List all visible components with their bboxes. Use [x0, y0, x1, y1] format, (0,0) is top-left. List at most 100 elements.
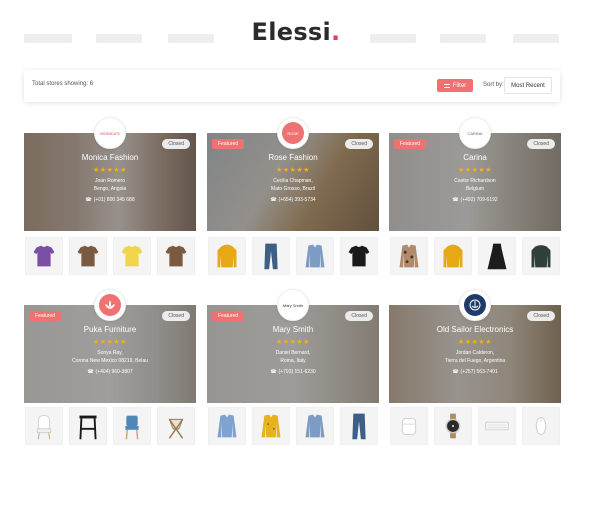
store-address: Castor Richardson Belgium: [389, 177, 561, 193]
featured-badge: Featured: [394, 139, 427, 149]
product-thumbnail-airpods[interactable]: [390, 407, 428, 445]
product-thumbnails: [25, 237, 195, 275]
rating-stars: ★★★★★: [93, 167, 127, 174]
store-phone[interactable]: ☎ (+492) 709-6192: [389, 197, 561, 203]
status-badge: Closed: [527, 139, 555, 149]
phone-icon: ☎: [270, 197, 277, 203]
store-name[interactable]: Old Sailor Electronics: [389, 325, 561, 334]
store-address-line: Joan Romero: [94, 178, 125, 184]
store-phone[interactable]: ☎ (+01) 800 345 688: [24, 197, 196, 203]
product-thumbnail-jacket-pattern[interactable]: [390, 237, 428, 275]
store-address-line: Mato Grosso, Brazil: [271, 186, 315, 192]
product-thumbnail-jeans-blue[interactable]: [252, 237, 290, 275]
rating-stars: ★★★★★: [276, 167, 310, 174]
store-logo[interactable]: ROSE: [277, 117, 309, 149]
product-thumbnail-hoodie-yellow[interactable]: [208, 237, 246, 275]
sort-by-label: Sort by:: [483, 82, 504, 88]
product-thumbnail-tshirt-brown[interactable]: [69, 237, 107, 275]
status-badge: Closed: [345, 311, 373, 321]
product-thumbnails: [390, 237, 560, 275]
store-address-line: Corona New Mexico 08219, Belau: [72, 358, 148, 364]
filter-button[interactable]: Filter: [437, 79, 473, 92]
featured-badge: Featured: [212, 311, 245, 321]
store-phone-number: (+01) 800 345 688: [93, 197, 135, 203]
store-logo[interactable]: MONICA'S: [94, 117, 126, 149]
product-thumbnail-hoodie-yellow[interactable]: [434, 237, 472, 275]
status-badge: Closed: [527, 311, 555, 321]
product-thumbnail-chair-folding[interactable]: [157, 407, 195, 445]
store-logo[interactable]: CARINA: [459, 117, 491, 149]
product-thumbnail-keyboard[interactable]: [478, 407, 516, 445]
product-thumbnail-stool-black[interactable]: [69, 407, 107, 445]
site-logo[interactable]: Elessi.: [0, 18, 592, 46]
phone-icon: ☎: [87, 369, 94, 375]
store-address: Joan Romero Bengo, Angola: [24, 177, 196, 193]
phone-icon: ☎: [270, 369, 277, 375]
product-thumbnail-shirt-yellow[interactable]: [252, 407, 290, 445]
store-phone[interactable]: ☎ (+793) 151-6230: [207, 369, 379, 375]
store-logo[interactable]: [459, 289, 491, 321]
rating-stars: ★★★★★: [458, 167, 492, 174]
product-thumbnail-mouse[interactable]: [522, 407, 560, 445]
store-phone[interactable]: ☎ (+654) 393-5734: [207, 197, 379, 203]
product-thumbnails: [25, 407, 195, 445]
product-thumbnail-shirt-denim[interactable]: [296, 237, 334, 275]
store-phone-number: (+492) 709-6192: [460, 197, 498, 203]
store-name[interactable]: Carina: [389, 153, 561, 162]
store-address-line: Castor Richardson: [454, 178, 496, 184]
store-name[interactable]: Puka Furniture: [24, 325, 196, 334]
total-stores-label: Total stores showing: 6: [32, 81, 94, 87]
lotus-logo-icon: [99, 294, 121, 316]
product-thumbnail-shirt-blue[interactable]: [208, 407, 246, 445]
product-thumbnail-tshirt-yellow[interactable]: [113, 237, 151, 275]
store-name[interactable]: Mary Smith: [207, 325, 379, 334]
product-thumbnail-sweater-green[interactable]: [522, 237, 560, 275]
rating-stars: ★★★★★: [458, 339, 492, 346]
store-address-line: Roma, Italy: [280, 358, 306, 364]
store-phone[interactable]: ☎ (+257) 563-7401: [389, 369, 561, 375]
rose-logo-icon: ROSE: [282, 122, 304, 144]
product-thumbnail-tshirt-purple[interactable]: [25, 237, 63, 275]
store-logo[interactable]: Mary Smith: [277, 289, 309, 321]
product-thumbnail-shirt-denim[interactable]: [296, 407, 334, 445]
product-thumbnail-dress-black[interactable]: [478, 237, 516, 275]
phone-icon: ☎: [85, 197, 92, 203]
store-address-line: Daniel Bernard,: [275, 350, 311, 356]
store-logo[interactable]: [94, 289, 126, 321]
store-phone-number: (+654) 393-5734: [278, 197, 316, 203]
featured-badge: Featured: [29, 311, 62, 321]
store-address: Daniel Bernard, Roma, Italy: [207, 349, 379, 365]
monica-logo-icon: MONICA'S: [99, 122, 121, 144]
sort-select[interactable]: Most Recent: [504, 77, 552, 94]
featured-badge: Featured: [212, 139, 245, 149]
product-thumbnail-tshirt-brown[interactable]: [157, 237, 195, 275]
filter-icon: [443, 83, 450, 88]
site-logo-text: Elessi: [251, 18, 332, 46]
store-phone-number: (+793) 151-6230: [278, 369, 316, 375]
rating-stars: ★★★★★: [276, 339, 310, 346]
carina-logo-icon: CARINA: [464, 122, 486, 144]
product-thumbnail-watch[interactable]: [434, 407, 472, 445]
store-address-line: Bengo, Angola: [93, 186, 127, 192]
store-phone-number: (+404) 960-3807: [95, 369, 133, 375]
product-thumbnail-chair-white[interactable]: [25, 407, 63, 445]
status-badge: Closed: [162, 311, 190, 321]
status-badge: Closed: [162, 139, 190, 149]
rating-stars: ★★★★★: [93, 339, 127, 346]
store-address-line: Jordan Calderon,: [455, 350, 495, 356]
store-phone[interactable]: ☎ (+404) 960-3807: [24, 369, 196, 375]
site-logo-dot: .: [331, 18, 341, 46]
store-name[interactable]: Rose Fashion: [207, 153, 379, 162]
store-name[interactable]: Monica Fashion: [24, 153, 196, 162]
phone-icon: ☎: [452, 197, 459, 203]
status-badge: Closed: [345, 139, 373, 149]
product-thumbnails: [208, 237, 378, 275]
product-thumbnail-chair-blue[interactable]: [113, 407, 151, 445]
old-sailor-logo-icon: [464, 294, 486, 316]
store-phone-number: (+257) 563-7401: [460, 369, 498, 375]
mary-smith-logo-icon: Mary Smith: [282, 294, 304, 316]
store-address-line: Tierra del Fuego, Argentina: [444, 358, 506, 364]
product-thumbnail-jeans-blue[interactable]: [340, 407, 378, 445]
store-address: Jordan Calderon, Tierra del Fuego, Argent…: [389, 349, 561, 365]
product-thumbnail-tshirt-black[interactable]: [340, 237, 378, 275]
